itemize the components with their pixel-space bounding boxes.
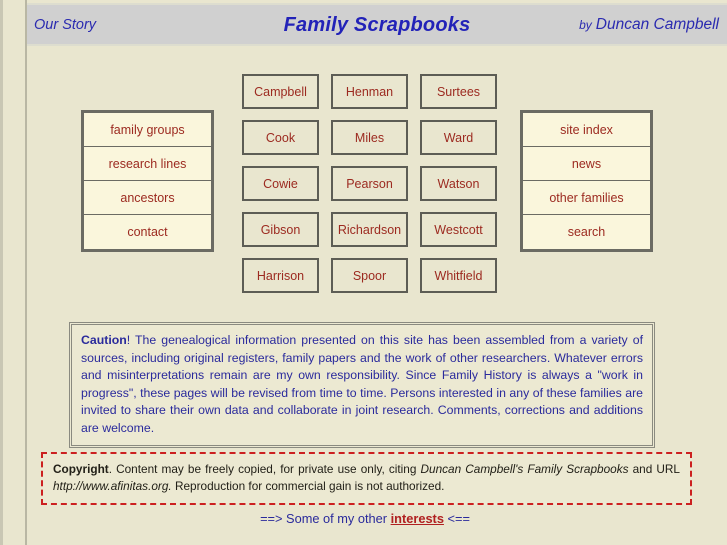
surname-button-miles[interactable]: Miles — [331, 120, 408, 155]
interests-link[interactable]: interests — [391, 511, 444, 526]
sidebar-item-site-index[interactable]: site index — [523, 113, 650, 147]
sidebar-item-other-families[interactable]: other families — [523, 181, 650, 215]
surname-button-henman[interactable]: Henman — [331, 74, 408, 109]
surname-button-cowie[interactable]: Cowie — [242, 166, 319, 201]
surname-row: Gibson Richardson Westcott — [242, 212, 498, 247]
surname-row: Campbell Henman Surtees — [242, 74, 498, 109]
copyright-heading: Copyright — [53, 462, 109, 476]
surname-row: Harrison Spoor Whitfield — [242, 258, 498, 293]
surname-button-whitfield[interactable]: Whitfield — [420, 258, 497, 293]
surname-button-watson[interactable]: Watson — [420, 166, 497, 201]
sidebar-item-contact[interactable]: contact — [84, 215, 211, 249]
sidebar-item-research-lines[interactable]: research lines — [84, 147, 211, 181]
surname-row: Cook Miles Ward — [242, 120, 498, 155]
surname-button-surtees[interactable]: Surtees — [420, 74, 497, 109]
footer-prefix: ==> Some of my other — [260, 511, 391, 526]
surname-button-cook[interactable]: Cook — [242, 120, 319, 155]
footer-suffix: <== — [443, 511, 470, 526]
byline: by Duncan Campbell — [579, 16, 719, 34]
caution-body: ! The genealogical information presented… — [81, 333, 643, 435]
caution-heading: Caution — [81, 333, 127, 347]
copyright-text-after-cite: and URL — [628, 462, 680, 476]
surname-button-richardson[interactable]: Richardson — [331, 212, 408, 247]
caution-notice: Caution! The genealogical information pr… — [69, 322, 655, 448]
sidebar-item-news[interactable]: news — [523, 147, 650, 181]
left-nav-panel: family groups research lines ancestors c… — [81, 110, 214, 252]
surname-button-pearson[interactable]: Pearson — [331, 166, 408, 201]
sidebar-item-search[interactable]: search — [523, 215, 650, 249]
surname-button-campbell[interactable]: Campbell — [242, 74, 319, 109]
right-nav-panel: site index news other families search — [520, 110, 653, 252]
surname-button-westcott[interactable]: Westcott — [420, 212, 497, 247]
surname-button-spoor[interactable]: Spoor — [331, 258, 408, 293]
copyright-text-tail: Reproduction for commercial gain is not … — [171, 479, 445, 493]
surname-button-ward[interactable]: Ward — [420, 120, 497, 155]
byline-by-word: by — [579, 18, 592, 32]
surname-button-grid: Campbell Henman Surtees Cook Miles Ward … — [242, 74, 498, 304]
surname-button-harrison[interactable]: Harrison — [242, 258, 319, 293]
copyright-url: http://www.afinitas.org. — [53, 479, 172, 493]
byline-author: Duncan Campbell — [595, 16, 719, 33]
copyright-paragraph: Copyright. Content may be freely copied,… — [53, 461, 680, 495]
sidebar-item-family-groups[interactable]: family groups — [84, 113, 211, 147]
copyright-citation: Duncan Campbell's Family Scrapbooks — [420, 462, 629, 476]
page-header: Our Story Family Scrapbooks by Duncan Cam… — [27, 3, 727, 46]
surname-button-gibson[interactable]: Gibson — [242, 212, 319, 247]
footer: ==> Some of my other interests <== — [3, 511, 727, 526]
copyright-notice: Copyright. Content may be freely copied,… — [41, 452, 692, 505]
caution-paragraph: Caution! The genealogical information pr… — [81, 332, 643, 437]
surname-row: Cowie Pearson Watson — [242, 166, 498, 201]
copyright-text-before-cite: . Content may be freely copied, for priv… — [108, 462, 421, 476]
page-root: Our Story Family Scrapbooks by Duncan Cam… — [0, 0, 727, 545]
sidebar-item-ancestors[interactable]: ancestors — [84, 181, 211, 215]
